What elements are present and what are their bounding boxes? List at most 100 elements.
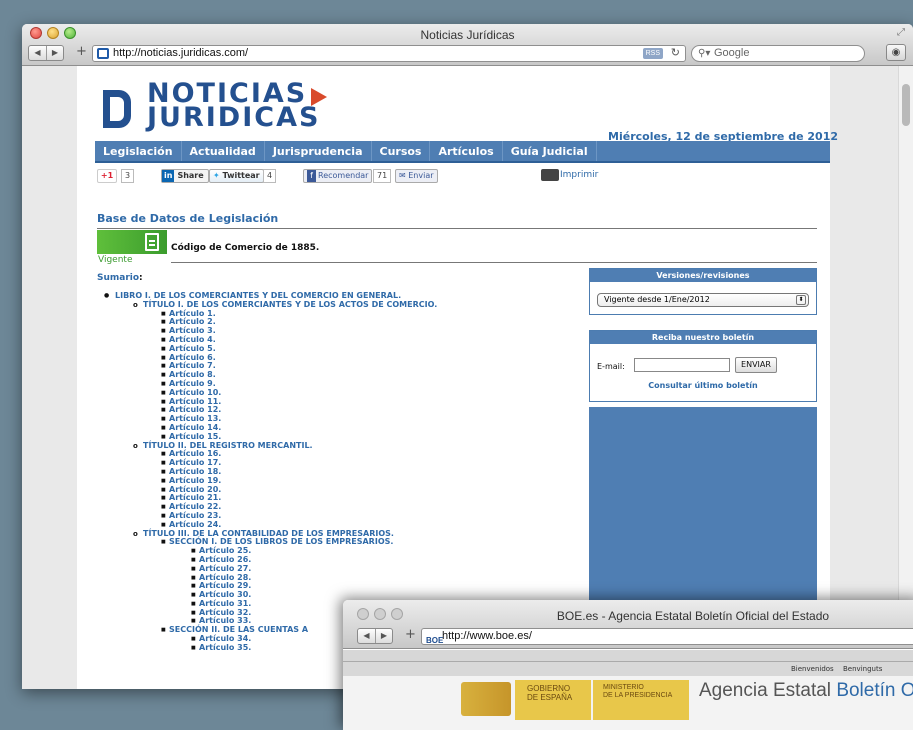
- facebook-send-button[interactable]: ✉ Enviar: [395, 169, 438, 183]
- toc-item[interactable]: Artículo 17.: [97, 458, 567, 468]
- browser-window-noticias: Noticias Jurídicas ⤢ ◀ ▶ + http://notici…: [22, 24, 913, 689]
- toc-item[interactable]: Artículo 12.: [97, 406, 567, 415]
- linkedin-share-button[interactable]: in Share: [161, 169, 209, 183]
- government-label: GOBIERNO DE ESPAÑA: [515, 680, 591, 720]
- toc-item[interactable]: Artículo 20.: [97, 485, 567, 495]
- fullscreen-icon[interactable]: ⤢: [897, 27, 905, 38]
- toc-item[interactable]: Artículo 26.: [97, 555, 567, 565]
- address-text: http://www.boe.es/: [442, 630, 532, 642]
- toc-item[interactable]: Artículo 9.: [97, 379, 567, 389]
- toc-item[interactable]: Artículo 13.: [97, 414, 567, 424]
- toc-item[interactable]: Artículo 19.: [97, 476, 567, 486]
- browser-toolbar: ◀ ▶ + BOE http://www.boe.es/: [343, 627, 913, 647]
- toc-item[interactable]: SECCIÓN I. DE LOS LIBROS DE LOS EMPRESAR…: [97, 538, 567, 547]
- toc-item[interactable]: Artículo 5.: [97, 344, 567, 354]
- versions-panel-title: Versiones/revisiones: [590, 269, 816, 282]
- toc-item[interactable]: Artículo 7.: [97, 362, 567, 371]
- nav-articulos[interactable]: Artículos: [430, 141, 503, 161]
- status-badge: Vigente: [98, 255, 133, 265]
- toc-item[interactable]: Artículo 22.: [97, 502, 567, 512]
- zoom-window-button[interactable]: [391, 608, 403, 620]
- version-select[interactable]: Vigente desde 1/Ene/2012 ⬍: [597, 293, 809, 307]
- address-bar[interactable]: http://noticias.juridicas.com/ RSS ↻: [92, 45, 686, 62]
- rss-icon[interactable]: RSS: [642, 48, 663, 59]
- language-link-ca[interactable]: Benvinguts: [843, 662, 882, 676]
- toc-item[interactable]: Artículo 18.: [97, 467, 567, 477]
- agency-name: Boletín O: [836, 680, 913, 701]
- coat-of-arms-icon: [461, 682, 511, 716]
- toc-item[interactable]: TÍTULO II. DEL REGISTRO MERCANTIL.: [97, 441, 567, 451]
- twitter-bird-icon: ✦: [213, 171, 220, 180]
- toc-item[interactable]: Artículo 25.: [97, 546, 567, 556]
- email-field[interactable]: [634, 358, 730, 372]
- toc-item[interactable]: Artículo 27.: [97, 564, 567, 574]
- toc-item[interactable]: Artículo 2.: [97, 318, 567, 327]
- nav-actualidad[interactable]: Actualidad: [182, 141, 265, 161]
- toc-item[interactable]: Artículo 11.: [97, 397, 567, 407]
- toc-item[interactable]: Artículo 1.: [97, 309, 567, 319]
- divider: [97, 228, 817, 229]
- select-arrows-icon: ⬍: [796, 295, 806, 305]
- scrollbar-thumb[interactable]: [902, 84, 910, 126]
- google-plus-count: 3: [121, 169, 135, 183]
- forward-button[interactable]: ▶: [375, 629, 392, 643]
- toc-item[interactable]: Artículo 4.: [97, 335, 567, 345]
- facebook-recommend-button[interactable]: f Recomendar: [303, 169, 373, 183]
- browser-toolbar: ◀ ▶ + http://noticias.juridicas.com/ RSS…: [22, 44, 913, 64]
- forward-button[interactable]: ▶: [46, 46, 63, 60]
- browser-window-boe[interactable]: BOE.es - Agencia Estatal Boletín Oficial…: [343, 600, 913, 730]
- toc-item[interactable]: Artículo 6.: [97, 353, 567, 363]
- toc-item[interactable]: Artículo 10.: [97, 388, 567, 398]
- toc-item[interactable]: Artículo 3.: [97, 326, 567, 336]
- site-logo[interactable]: NOTICIAS JURIDICAS: [101, 80, 341, 136]
- send-icon: ✉: [399, 171, 406, 180]
- toc-item[interactable]: TÍTULO I. DE LOS COMERCIANTES Y DE LOS A…: [97, 300, 567, 310]
- add-bookmark-button[interactable]: +: [73, 45, 90, 61]
- back-button[interactable]: ◀: [29, 46, 46, 60]
- close-window-button[interactable]: [357, 608, 369, 620]
- reload-icon[interactable]: ↻: [671, 46, 680, 61]
- toc-item[interactable]: Artículo 28.: [97, 573, 567, 583]
- history-buttons: ◀ ▶: [28, 45, 64, 61]
- address-bar[interactable]: BOE http://www.boe.es/: [421, 628, 913, 645]
- search-field[interactable]: ⚲▾ Google: [691, 45, 865, 62]
- send-newsletter-button[interactable]: ENVIAR: [735, 357, 777, 373]
- toc-item[interactable]: Artículo 23.: [97, 511, 567, 521]
- minimize-window-button[interactable]: [374, 608, 386, 620]
- google-plus-button[interactable]: +1: [97, 169, 117, 183]
- version-select-value: Vigente desde 1/Ene/2012: [604, 295, 710, 304]
- send-label: Enviar: [408, 171, 434, 180]
- print-button[interactable]: Imprimir: [541, 169, 598, 183]
- vertical-scrollbar[interactable]: [898, 66, 913, 689]
- toc-item[interactable]: Artículo 16.: [97, 450, 567, 459]
- document-icon: [145, 233, 159, 251]
- agency-title[interactable]: Agencia Estatal Boletín O: [699, 680, 913, 702]
- nav-legislacion[interactable]: Legislación: [95, 141, 182, 161]
- page-viewport: NOTICIAS JURIDICAS Miércoles, 12 de sept…: [22, 66, 913, 689]
- print-label: Imprimir: [560, 170, 599, 180]
- agency-prefix: Agencia Estatal: [699, 680, 837, 701]
- add-bookmark-button[interactable]: +: [402, 628, 419, 644]
- nav-guia-judicial[interactable]: Guía Judicial: [503, 141, 597, 161]
- traffic-lights: [357, 608, 403, 620]
- printer-icon: [541, 169, 559, 181]
- toc-item[interactable]: Artículo 29.: [97, 581, 567, 591]
- twitter-button[interactable]: ✦ Twittear: [209, 169, 264, 183]
- toc-item[interactable]: Artículo 14.: [97, 423, 567, 433]
- toc-item[interactable]: Artículo 8.: [97, 370, 567, 380]
- summary-label-text: Sumario: [97, 273, 140, 283]
- language-link-es[interactable]: Bienvenidos: [791, 662, 834, 676]
- nav-jurisprudencia[interactable]: Jurisprudencia: [265, 141, 372, 161]
- versions-panel: Versiones/revisiones Vigente desde 1/Ene…: [589, 268, 817, 315]
- newsletter-panel: Reciba nuestro boletín E-mail: ENVIAR Co…: [589, 330, 817, 402]
- downloads-icon[interactable]: ◉: [886, 44, 906, 61]
- search-icon: ⚲▾: [698, 48, 711, 59]
- ministry-label: MINISTERIO DE LA PRESIDENCIA: [593, 680, 689, 720]
- nav-cursos[interactable]: Cursos: [372, 141, 431, 161]
- toc-item[interactable]: Artículo 30.: [97, 590, 567, 600]
- latest-newsletter-link[interactable]: Consultar último boletín: [590, 381, 816, 390]
- toc-item[interactable]: Artículo 21.: [97, 494, 567, 503]
- back-button[interactable]: ◀: [358, 629, 375, 643]
- facebook-count: 71: [373, 169, 392, 183]
- ministry-line2: DE LA PRESIDENCIA: [603, 692, 673, 699]
